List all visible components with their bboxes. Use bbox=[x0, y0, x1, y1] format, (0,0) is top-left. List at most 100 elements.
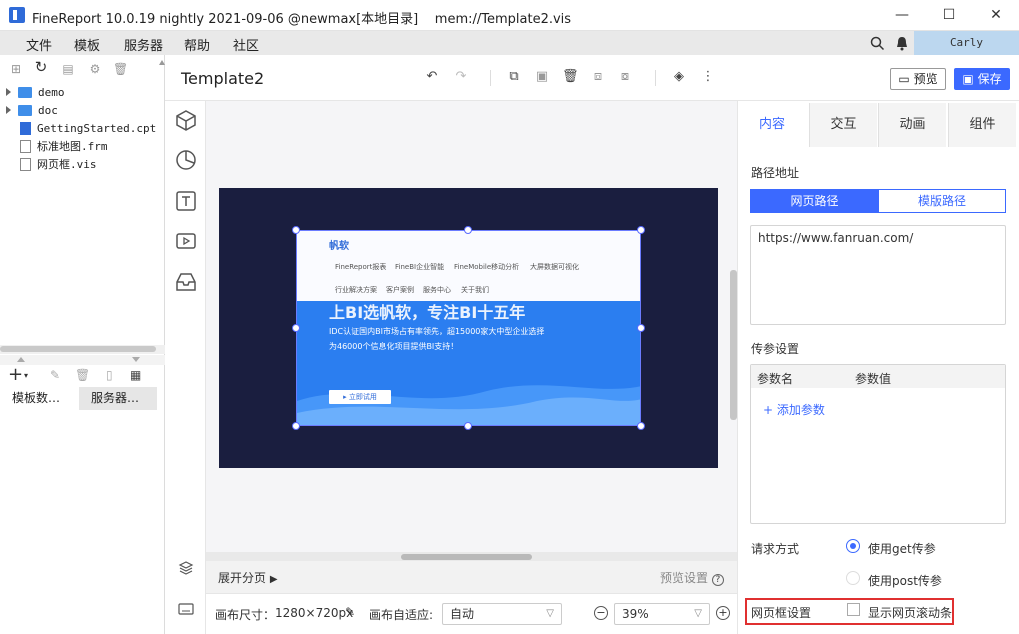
resize-handle-w[interactable] bbox=[292, 324, 300, 332]
resize-handle-nw[interactable] bbox=[292, 226, 300, 234]
expand-pages-toggle[interactable]: 展开分页 ▶ bbox=[218, 569, 278, 586]
edit-size-icon[interactable]: ✎ bbox=[345, 605, 355, 619]
settings-icon[interactable]: ⚙ bbox=[88, 62, 102, 76]
finereport-logo-icon bbox=[9, 7, 25, 23]
add-param-link[interactable]: + 添加参数 bbox=[763, 401, 825, 418]
template-path-toggle[interactable]: 模版路径 bbox=[878, 189, 1006, 213]
refresh-icon[interactable]: ↻ bbox=[34, 60, 48, 75]
tab-server-dataset[interactable]: 服务器… bbox=[79, 387, 157, 410]
params-label: 传参设置 bbox=[751, 342, 800, 356]
menu-help[interactable]: 帮助 bbox=[184, 35, 210, 54]
canvas-fit-select[interactable]: 自动 ▽ bbox=[442, 603, 562, 625]
frm-file-icon bbox=[20, 139, 31, 153]
tab-interaction[interactable]: 交互 bbox=[809, 103, 877, 147]
website-nav-item: 大屏数据可视化 bbox=[530, 263, 579, 271]
preview-settings[interactable]: 预览设置 ? bbox=[660, 569, 724, 586]
post-radio[interactable] bbox=[846, 571, 860, 585]
resize-handle-sw[interactable] bbox=[292, 422, 300, 430]
save-icon: ▣ bbox=[962, 72, 978, 86]
website-nav-item: 行业解决方案 bbox=[335, 286, 377, 294]
search-icon[interactable] bbox=[870, 36, 885, 51]
close-button[interactable]: ✕ bbox=[973, 0, 1019, 31]
tree-item-demo[interactable]: demo bbox=[6, 83, 65, 101]
preview-button[interactable]: ▭ 预览 bbox=[890, 68, 946, 90]
preview-settings-label: 预览设置 bbox=[660, 571, 709, 585]
tree-item-gettingstarted[interactable]: GettingStarted.cpt bbox=[18, 119, 156, 137]
media-component-icon[interactable] bbox=[175, 230, 197, 252]
get-option-label[interactable]: 使用get传参 bbox=[868, 540, 936, 557]
tree-item-label: 标准地图.frm bbox=[37, 140, 108, 153]
web-path-toggle[interactable]: 网页路径 bbox=[750, 189, 879, 213]
website-cta-button: ▸ 立即试用 bbox=[329, 390, 391, 404]
paste-icon[interactable]: ▣ bbox=[534, 69, 550, 85]
document-title: Template2 bbox=[181, 69, 265, 88]
chart-component-icon[interactable] bbox=[175, 149, 197, 171]
menu-community[interactable]: 社区 bbox=[233, 35, 259, 54]
redo-icon[interactable]: ↷ bbox=[453, 69, 469, 85]
layers-icon[interactable]: ◈ bbox=[671, 69, 687, 85]
title-bar: FineReport 10.0.19 nightly 2021-09-06 @n… bbox=[0, 0, 1019, 31]
delete-icon[interactable]: 🗑 bbox=[75, 368, 90, 382]
webframe-component[interactable]: 帆软 FineReport报表 FineBI企业智能 FineMobile移动分… bbox=[296, 230, 641, 426]
url-textarea[interactable]: https://www.fanruan.com/ bbox=[750, 225, 1006, 325]
delete-icon[interactable]: 🗑 bbox=[113, 62, 128, 76]
text-component-icon[interactable] bbox=[175, 190, 197, 212]
undo-icon[interactable]: ↶ bbox=[424, 69, 440, 85]
layers-panel-icon[interactable] bbox=[178, 560, 194, 576]
frame-settings-label: 网页框设置 bbox=[751, 606, 812, 620]
more-icon[interactable]: ⋮ bbox=[700, 69, 716, 85]
tree-item-doc[interactable]: doc bbox=[6, 101, 58, 119]
resize-handle-e[interactable] bbox=[637, 324, 645, 332]
widget-component-icon[interactable] bbox=[175, 271, 197, 293]
delete-icon[interactable]: 🗑 bbox=[562, 69, 579, 85]
collapse-down-arrow[interactable] bbox=[132, 357, 140, 362]
preview-dataset-icon[interactable]: ▯ bbox=[106, 368, 113, 382]
website-text-line2: 为46000个信息化项目提供BI支持！ bbox=[329, 342, 459, 351]
resize-handle-ne[interactable] bbox=[637, 226, 645, 234]
minimize-button[interactable]: — bbox=[879, 0, 925, 31]
show-scrollbar-checkbox[interactable] bbox=[847, 603, 860, 616]
3d-component-icon[interactable] bbox=[175, 109, 197, 131]
new-folder-icon[interactable]: ⊞ bbox=[9, 62, 23, 76]
monitor-icon: ▭ bbox=[898, 72, 914, 86]
bell-icon[interactable] bbox=[895, 36, 909, 51]
chevron-down-icon[interactable]: ▾ bbox=[24, 371, 28, 380]
tab-animation[interactable]: 动画 bbox=[878, 103, 946, 147]
tab-component[interactable]: 组件 bbox=[948, 103, 1016, 147]
copy-icon[interactable]: ⧉ bbox=[506, 69, 522, 85]
keyboard-icon[interactable] bbox=[178, 603, 194, 615]
ungroup-icon[interactable]: ⧇ bbox=[617, 69, 633, 85]
group-icon[interactable]: ⧈ bbox=[590, 69, 606, 85]
edit-icon[interactable]: ✎ bbox=[50, 368, 60, 382]
add-dataset-icon[interactable]: + bbox=[8, 364, 23, 385]
post-option-label[interactable]: 使用post传参 bbox=[868, 572, 942, 589]
menu-server[interactable]: 服务器 bbox=[124, 35, 163, 54]
tab-template-dataset[interactable]: 模板数… bbox=[0, 387, 79, 410]
folder-icon bbox=[18, 104, 32, 116]
canvas-vertical-scrollbar[interactable] bbox=[730, 270, 737, 420]
zoom-out-button[interactable]: − bbox=[594, 606, 608, 620]
chevron-down-icon: ▽ bbox=[546, 608, 554, 619]
user-account[interactable]: Carly bbox=[914, 31, 1019, 55]
tree-item-webframe-vis[interactable]: 网页框.vis bbox=[18, 155, 97, 173]
zoom-select[interactable]: 39% ▽ bbox=[614, 603, 710, 625]
resize-handle-n[interactable] bbox=[464, 226, 472, 234]
params-table bbox=[750, 364, 1006, 524]
dataset-table-icon[interactable]: ▦ bbox=[130, 368, 141, 382]
tab-content[interactable]: 内容 bbox=[738, 103, 806, 147]
locate-icon[interactable]: ▤ bbox=[61, 62, 75, 76]
collapse-up-arrow[interactable] bbox=[17, 357, 25, 362]
resize-handle-s[interactable] bbox=[464, 422, 472, 430]
tree-item-standard-map[interactable]: 标准地图.frm bbox=[18, 137, 108, 155]
save-button[interactable]: ▣ 保存 bbox=[954, 68, 1010, 90]
tree-item-label: GettingStarted.cpt bbox=[37, 121, 157, 135]
zoom-in-button[interactable]: + bbox=[716, 606, 730, 620]
resize-handle-se[interactable] bbox=[637, 422, 645, 430]
maximize-button[interactable]: ☐ bbox=[926, 0, 972, 31]
menu-file[interactable]: 文件 bbox=[26, 35, 52, 54]
show-scrollbar-label[interactable]: 显示网页滚动条 bbox=[868, 604, 952, 621]
menu-template[interactable]: 模板 bbox=[74, 35, 100, 54]
tree-scrollbar-thumb[interactable] bbox=[0, 346, 156, 352]
get-radio[interactable] bbox=[846, 539, 860, 553]
canvas-horizontal-scrollbar-thumb[interactable] bbox=[401, 554, 532, 560]
